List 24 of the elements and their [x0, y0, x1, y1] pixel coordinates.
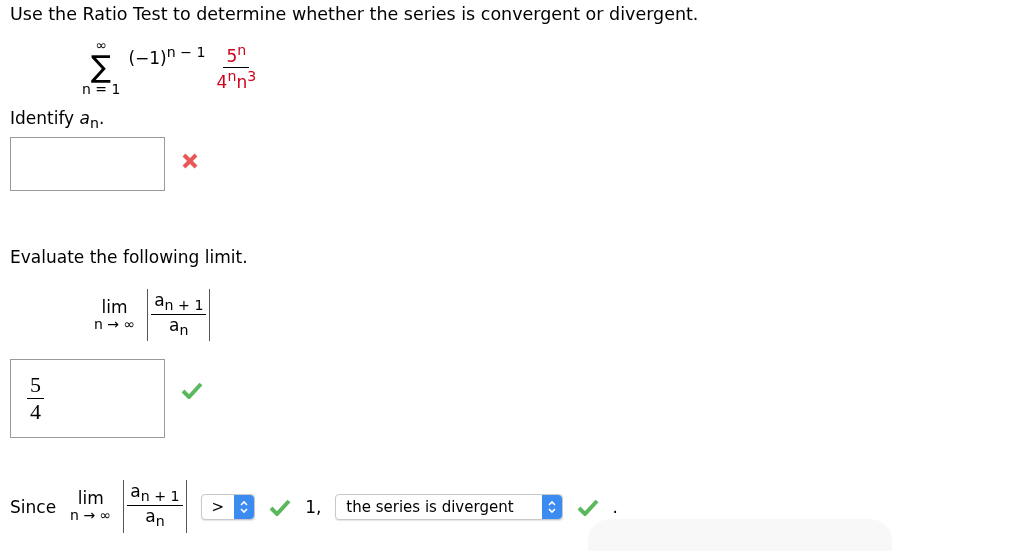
lim-text: lim	[77, 489, 104, 509]
absolute-value-fraction: a$_{n + 1}$ a$_{n}$	[147, 289, 211, 342]
question-text: Use the Ratio Test to determine whether the series is convergent or divergent.	[10, 4, 700, 24]
one-text: 1,	[305, 496, 322, 517]
answer-box[interactable]: 5 4	[10, 359, 165, 439]
sigma-symbol: ∑	[91, 52, 112, 82]
fraction-answer: 5 4	[27, 372, 44, 426]
upper-limit: ∞	[95, 38, 108, 52]
series-fraction: 5$^{n}$ 4$^{n}$n$^{3}$	[215, 42, 258, 92]
verdict-dropdown[interactable]: the series is divergent	[335, 493, 563, 520]
stepper-icon	[546, 498, 557, 515]
limit-subscript: n → ∞	[94, 317, 136, 333]
sign-factor: (−1)$^{n − 1}$	[128, 44, 206, 68]
stepper-icon	[239, 498, 250, 515]
absolute-value-fraction: a$_{n + 1}$ a$_{n}$	[123, 480, 187, 533]
limit-subscript: n → ∞	[70, 508, 112, 524]
lim-text: lim	[101, 298, 128, 318]
period-text: .	[612, 496, 618, 517]
identify-label: Identify a$_{n}$.	[10, 108, 106, 132]
lower-limit: n = 1	[82, 82, 121, 96]
comparison-dropdown[interactable]: >	[200, 493, 256, 520]
answer-box[interactable]	[10, 137, 165, 192]
evaluate-label: Evaluate the following limit.	[10, 247, 249, 268]
since-text: Since	[10, 496, 57, 517]
